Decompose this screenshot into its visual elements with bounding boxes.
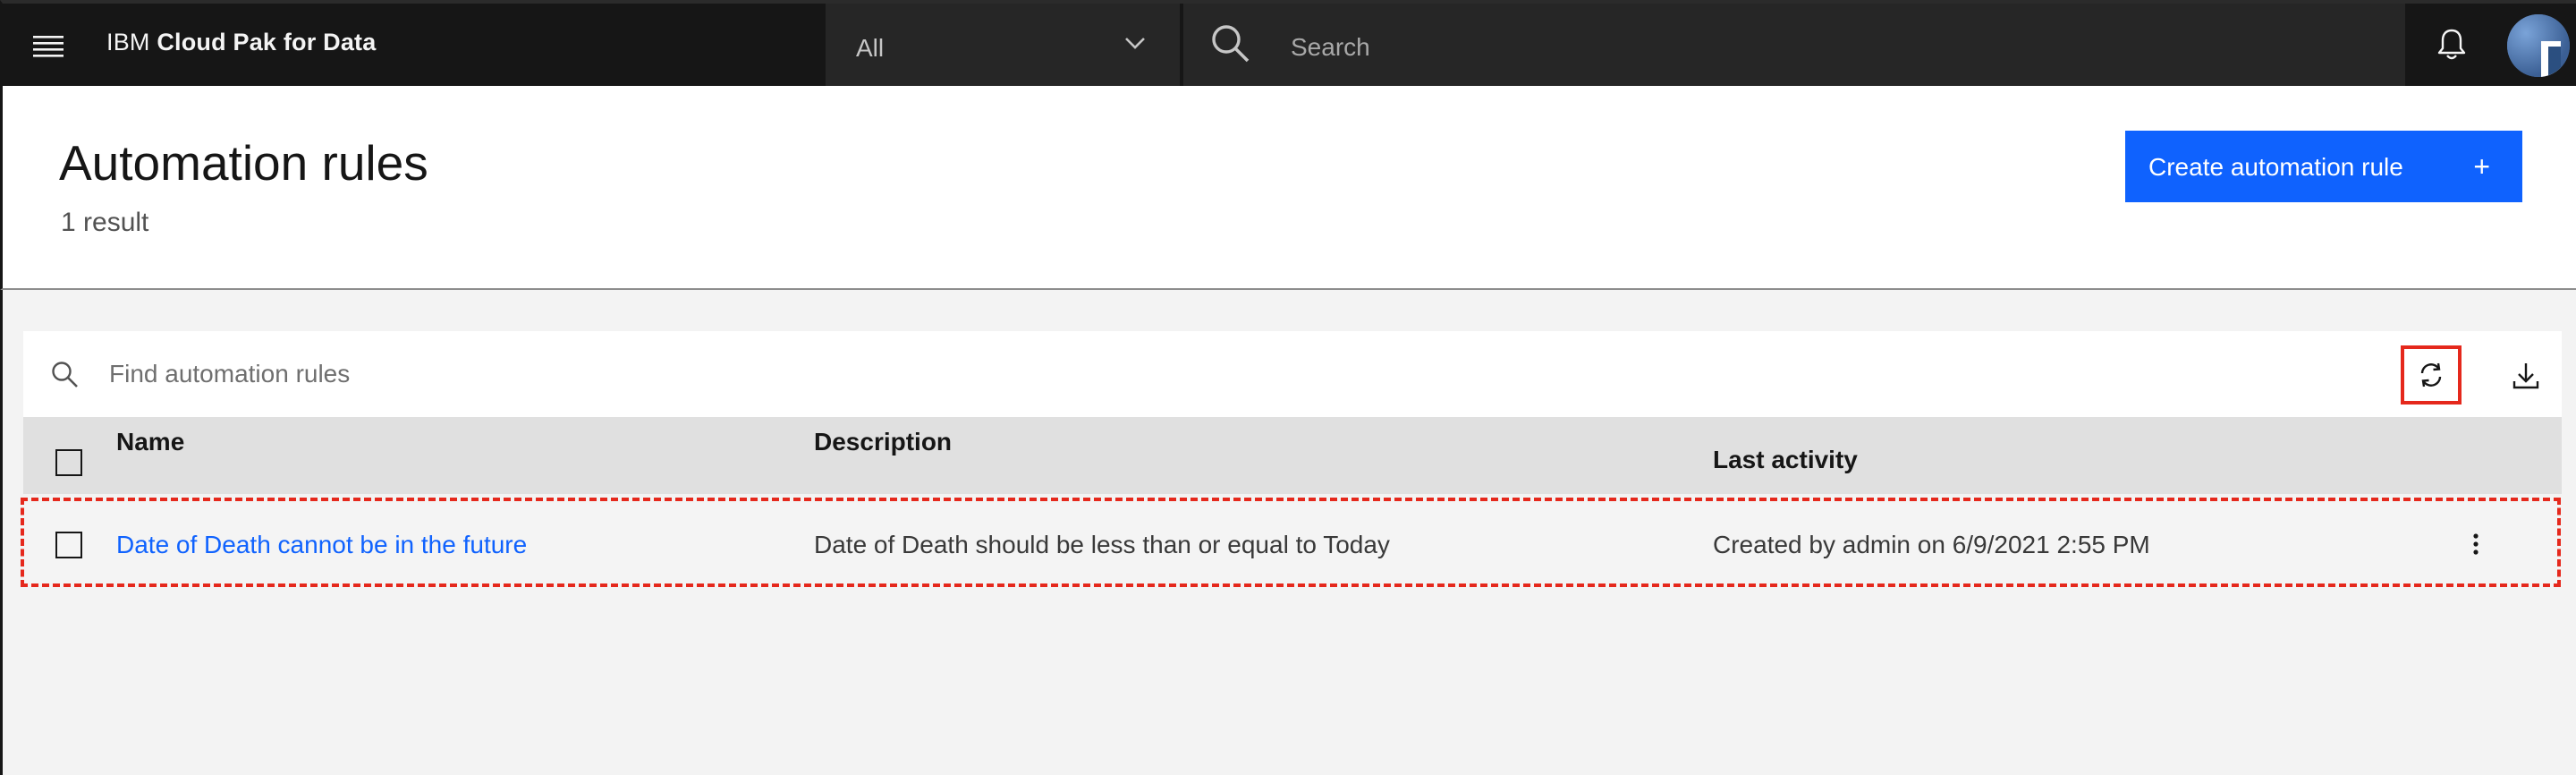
column-header-description[interactable]: Description — [814, 428, 952, 456]
find-automation-rules-input[interactable]: Find automation rules — [109, 360, 350, 388]
brand-name: Cloud Pak for Data — [157, 29, 377, 55]
row-checkbox[interactable] — [55, 532, 82, 558]
bell-icon — [2437, 29, 2466, 60]
search-icon — [1212, 25, 1250, 63]
refresh-button[interactable] — [2401, 345, 2462, 405]
global-search-placeholder: Search — [1291, 33, 1370, 61]
download-icon — [2512, 363, 2539, 389]
column-header-name[interactable]: Name — [116, 428, 184, 456]
menu-button[interactable] — [21, 16, 76, 77]
page-title: Automation rules — [59, 135, 428, 191]
notifications-button[interactable] — [2409, 4, 2495, 86]
table-header: Name Description Last activity — [23, 417, 2562, 494]
refresh-icon — [2420, 362, 2442, 388]
rule-last-activity: Created by admin on 6/9/2021 2:55 PM — [1713, 531, 2150, 558]
table-row[interactable]: Date of Death cannot be in the future Da… — [23, 503, 2562, 587]
select-all-checkbox[interactable] — [55, 449, 82, 476]
window-edge — [0, 290, 3, 775]
top-navigation-bar: IBM Cloud Pak for Data All Search — [0, 0, 2576, 86]
search-icon — [52, 362, 78, 388]
table-toolbar: Find automation rules — [23, 331, 2562, 417]
user-avatar[interactable] — [2507, 14, 2570, 77]
rule-description: Date of Death should be less than or equ… — [814, 531, 1390, 558]
column-header-last-activity[interactable]: Last activity — [1713, 446, 1858, 474]
menu-icon — [33, 36, 64, 57]
result-count: 1 result — [61, 208, 149, 237]
chevron-down-icon — [1125, 38, 1145, 49]
global-search-input[interactable]: Search — [1183, 4, 2405, 86]
scope-dropdown[interactable]: All — [826, 4, 1182, 86]
page-header: Automation rules 1 result Create automat… — [0, 86, 2576, 290]
download-button[interactable] — [2497, 347, 2555, 405]
plus-icon: + — [2473, 150, 2490, 183]
app-title[interactable]: IBM Cloud Pak for Data — [106, 29, 376, 56]
create-button-label: Create automation rule — [2148, 153, 2403, 181]
brand-prefix: IBM — [106, 29, 157, 55]
rule-name-link[interactable]: Date of Death cannot be in the future — [116, 531, 527, 559]
overflow-menu-vertical-icon — [2473, 533, 2479, 555]
create-automation-rule-button[interactable]: Create automation rule + — [2125, 131, 2522, 202]
row-overflow-menu[interactable] — [2456, 524, 2496, 564]
scope-dropdown-value: All — [856, 34, 885, 62]
avatar-image-detail-2 — [2548, 47, 2561, 77]
